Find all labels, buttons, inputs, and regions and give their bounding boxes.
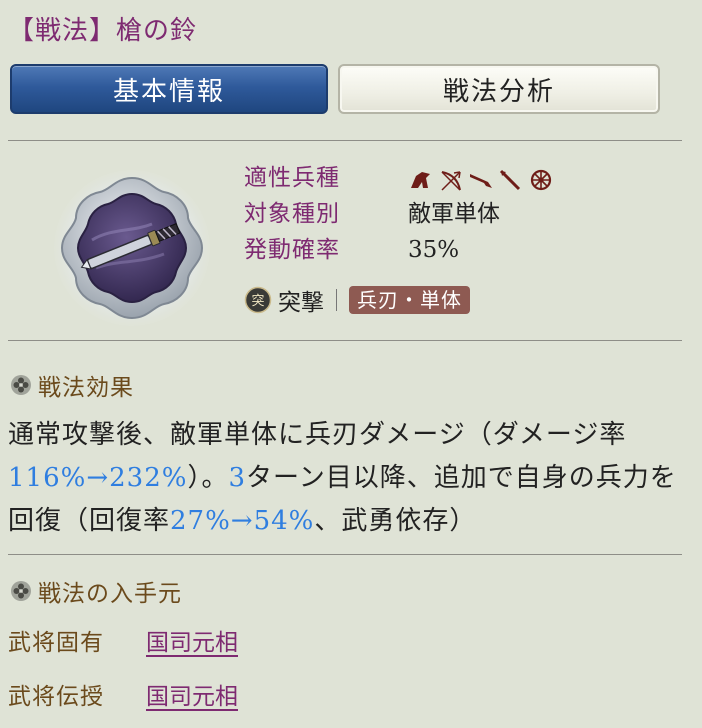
troop-label: 適性兵種: [244, 165, 340, 191]
cavalry-icon: [408, 168, 434, 192]
tab-skill-analysis[interactable]: 戦法分析: [338, 64, 660, 114]
acquisition-row: 武将伝授 国司元相: [8, 676, 238, 712]
rate-row: 発動確率 35%: [244, 232, 664, 268]
general-link[interactable]: 国司元相: [146, 623, 238, 657]
tab-bar: 基本情報 戦法分析: [10, 64, 660, 114]
general-link[interactable]: 国司元相: [146, 677, 238, 711]
acquisition-label: 武将固有: [8, 630, 104, 656]
archer-icon: [438, 168, 464, 192]
shield-icon: [528, 168, 554, 192]
acquisition-section-header: 戦法の入手元: [10, 574, 182, 608]
turn-value: 3: [228, 463, 247, 493]
divider: [336, 289, 337, 311]
effect-text: ）。: [187, 463, 229, 493]
divider: [8, 340, 682, 341]
troop-icons: [408, 168, 554, 192]
tab-basic-info[interactable]: 基本情報: [10, 64, 328, 114]
recovery-rate-value: 27%→54%: [170, 506, 315, 536]
target-label: 対象種別: [244, 201, 340, 227]
target-row: 対象種別 敵軍単体: [244, 196, 664, 232]
damage-rate-value: 116%→232%: [8, 463, 188, 493]
skill-kind: 突 突撃 兵刃・単体: [244, 284, 470, 316]
spear-blade-icon: [52, 168, 212, 328]
skill-info: 適性兵種 対象種別 敵軍単体 発動確率 35%: [244, 160, 664, 268]
spear-icon: [498, 168, 524, 192]
flower-bullet-icon: [10, 580, 32, 602]
effect-section-header: 戦法効果: [10, 368, 134, 402]
page-title: 【戦法】槍の鈴: [8, 16, 198, 46]
effect-text: 通常攻撃後、敵軍単体に兵刃ダメージ（ダメージ率: [8, 420, 627, 450]
acquisition-section-title: 戦法の入手元: [38, 581, 182, 607]
damage-type-badge: 兵刃・単体: [349, 286, 470, 314]
gun-icon: [468, 168, 494, 192]
effect-description: 通常攻撃後、敵軍単体に兵刃ダメージ（ダメージ率116%→232%）。3ターン目以…: [8, 414, 688, 543]
flower-bullet-icon: [10, 374, 32, 396]
divider: [8, 554, 682, 555]
skill-kind-label: 突撃: [278, 290, 324, 316]
assault-icon: 突: [244, 286, 272, 314]
rate-value: 35%: [408, 237, 460, 263]
effect-text: 、武勇依存）: [314, 506, 477, 536]
troop-row: 適性兵種: [244, 160, 664, 196]
target-value: 敵軍単体: [408, 201, 500, 227]
svg-text:突: 突: [251, 293, 264, 309]
divider: [8, 140, 682, 141]
acquisition-row: 武将固有 国司元相: [8, 622, 238, 658]
acquisition-label: 武将伝授: [8, 684, 104, 710]
rate-label: 発動確率: [244, 237, 340, 263]
effect-section-title: 戦法効果: [38, 375, 134, 401]
